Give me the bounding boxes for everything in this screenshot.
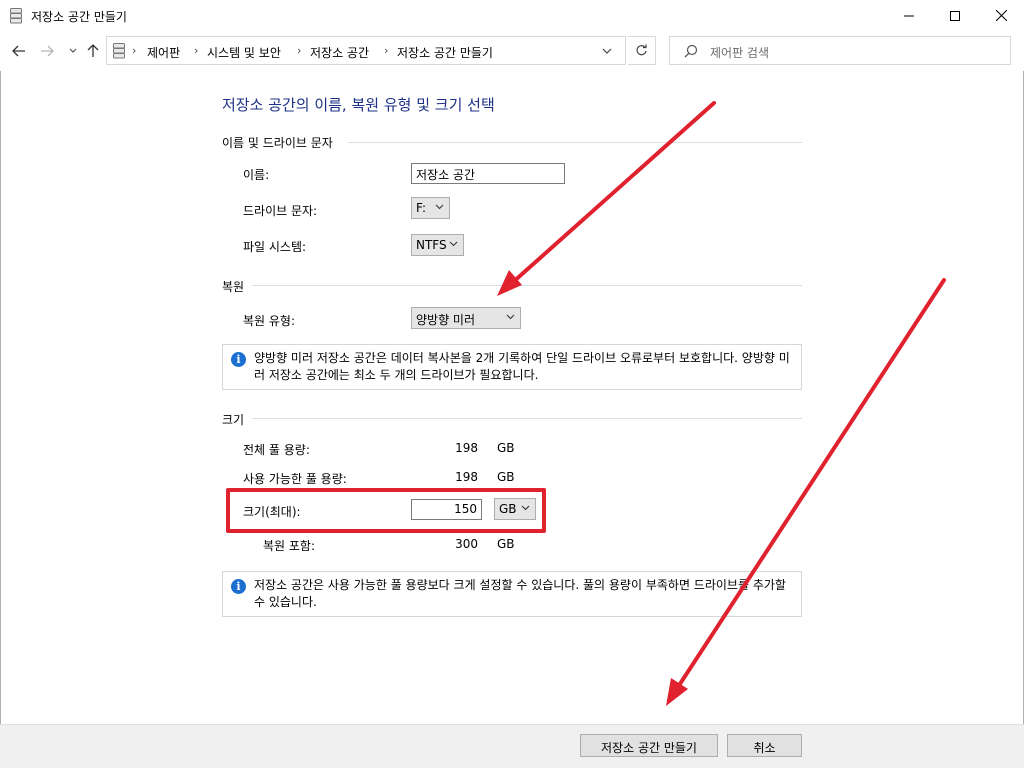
annotation-arrow-resiliency [497,101,716,296]
total-pool-capacity-label: 전체 풀 용량: [243,443,310,457]
title-bar: 저장소 공간 만들기 [0,0,1024,31]
available-pool-capacity-value: 198 [455,470,478,484]
address-history-dropdown[interactable] [602,43,612,57]
window-border [0,71,1,768]
drive-letter-select[interactable]: F: [411,197,450,219]
maximize-button[interactable] [932,0,978,31]
minimize-icon [904,15,914,16]
resiliency-type-select[interactable]: 양방향 미러 [411,307,521,329]
breadcrumb-separator[interactable]: › [297,44,301,57]
section-label-resiliency: 복원 [222,280,245,294]
address-bar[interactable]: › 제어판 › 시스템 및 보안 › 저장소 공간 › 저장소 공간 만들기 [106,36,626,65]
including-resiliency-label: 복원 포함: [263,539,316,553]
info-icon: i [231,352,246,367]
search-box[interactable]: 제어판 검색 [669,36,1011,65]
size-info-text: 저장소 공간은 사용 가능한 풀 용량보다 크게 설정할 수 있습니다. 풀의 … [254,578,786,609]
section-divider [252,418,802,419]
file-system-select[interactable]: NTFS [411,234,464,256]
available-pool-capacity-label: 사용 가능한 풀 용량: [243,472,347,486]
breadcrumb-separator[interactable]: › [194,44,198,57]
arrow-up-icon [87,44,99,57]
section-label-name-drive: 이름 및 드라이브 문자 [222,136,333,150]
arrow-right-icon [41,45,54,57]
size-info-box: i 저장소 공간은 사용 가능한 풀 용량보다 크게 설정할 수 있습니다. 풀… [222,571,802,617]
create-storage-space-button[interactable]: 저장소 공간 만들기 [580,734,718,757]
search-icon [684,44,698,58]
info-icon: i [231,579,246,594]
total-pool-capacity-value: 198 [455,441,478,455]
drive-letter-value: F: [416,201,427,215]
minimize-button[interactable] [886,0,932,31]
chevron-down-icon [449,241,458,247]
section-divider [252,285,802,286]
drive-letter-label: 드라이브 문자: [243,204,318,218]
bottom-button-bar [0,724,1024,768]
name-input[interactable]: 저장소 공간 [411,163,565,184]
chevron-down-icon [435,204,444,210]
section-divider [348,142,802,143]
storage-spaces-icon [113,43,125,59]
resiliency-info-box: i 양방향 미러 저장소 공간은 데이터 복사본을 2개 기록하여 단일 드라이… [222,344,802,390]
cancel-button[interactable]: 취소 [727,734,802,757]
annotation-highlight-box [226,488,546,533]
breadcrumb-create-space[interactable]: 저장소 공간 만들기 [397,44,493,61]
including-resiliency-value: 300 [455,537,478,551]
up-button[interactable] [84,42,102,60]
breadcrumb-separator[interactable]: › [132,44,136,57]
refresh-icon [636,44,647,56]
resiliency-type-label: 복원 유형: [243,314,296,328]
breadcrumb-control-panel[interactable]: 제어판 [147,44,180,61]
recent-locations-button[interactable] [64,42,82,60]
search-placeholder: 제어판 검색 [710,46,770,60]
breadcrumb-separator[interactable]: › [384,44,388,57]
total-pool-capacity-unit: GB [497,441,515,455]
chevron-down-icon [69,48,77,53]
arrow-left-icon [12,45,25,57]
close-button[interactable] [978,0,1024,31]
close-icon [995,10,1007,21]
name-label: 이름: [243,168,270,182]
page-title: 저장소 공간의 이름, 복원 유형 및 크기 선택 [222,96,495,114]
resiliency-info-text: 양방향 미러 저장소 공간은 데이터 복사본을 2개 기록하여 단일 드라이브 … [254,351,790,382]
available-pool-capacity-unit: GB [497,470,515,484]
back-button[interactable] [10,42,28,60]
file-system-value: NTFS [416,238,447,252]
maximize-icon [950,10,960,21]
forward-button[interactable] [38,42,56,60]
breadcrumb-storage-spaces[interactable]: 저장소 공간 [310,44,369,61]
chevron-down-icon [602,48,612,54]
window-title: 저장소 공간 만들기 [31,10,127,24]
chevron-down-icon [506,314,515,320]
file-system-label: 파일 시스템: [243,240,307,254]
breadcrumb-system-security[interactable]: 시스템 및 보안 [207,44,281,61]
storage-spaces-icon [10,8,22,24]
including-resiliency-unit: GB [497,537,515,551]
section-label-size: 크기 [222,413,245,427]
refresh-button[interactable] [628,36,656,65]
resiliency-type-value: 양방향 미러 [416,313,476,327]
